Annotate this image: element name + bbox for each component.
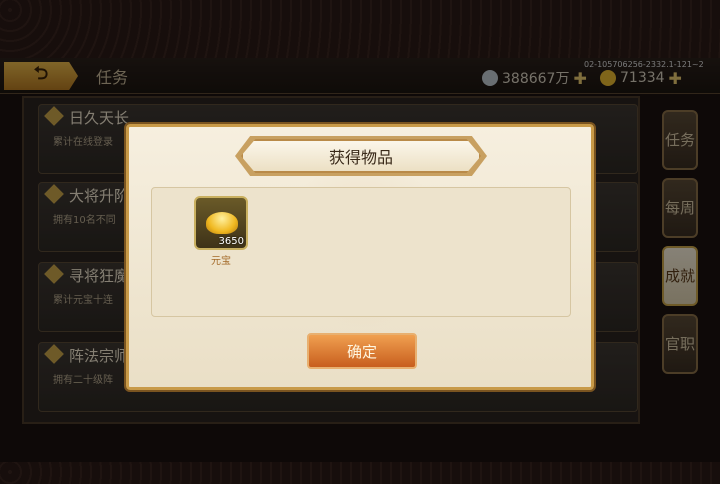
confirm-button[interactable]: 确定	[307, 333, 417, 369]
items-area: 3650 元宝	[151, 187, 571, 317]
item-count: 3650	[218, 236, 244, 247]
reward-dialog: 获得物品 3650 元宝 确定	[126, 124, 594, 390]
gold-ingot-icon	[206, 212, 238, 234]
dialog-title: 获得物品	[241, 139, 481, 173]
item-name: 元宝	[211, 256, 231, 267]
reward-item[interactable]: 3650	[194, 196, 248, 250]
